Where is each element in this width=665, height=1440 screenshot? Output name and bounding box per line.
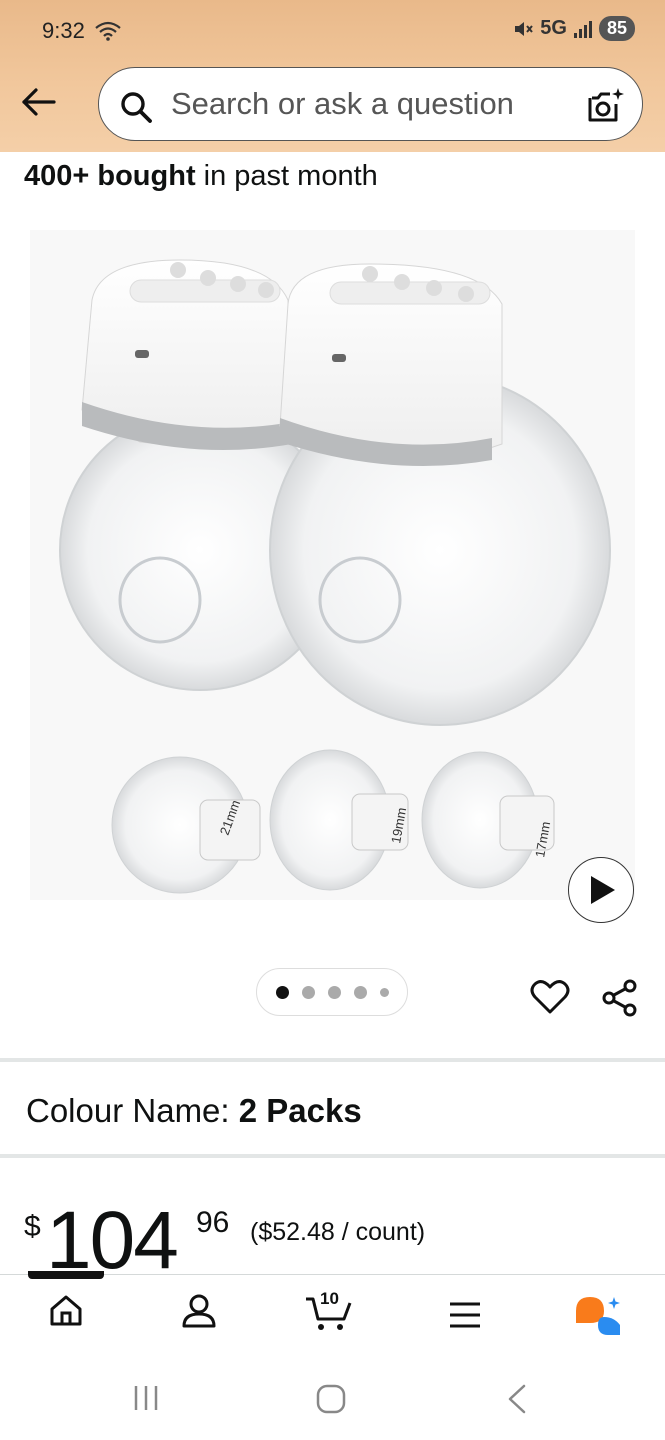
home-icon[interactable] [48, 1293, 84, 1327]
header: 9:32 5G 85 [0, 0, 665, 152]
network-type: 5G [540, 17, 567, 39]
signal-icon [573, 20, 592, 38]
carousel-dot[interactable] [379, 987, 389, 997]
bought-count-suffix: in past month [203, 160, 378, 192]
bought-count-value: 400+ bought [24, 160, 196, 192]
carousel-dot[interactable] [327, 985, 341, 999]
carousel-dot[interactable] [275, 985, 289, 999]
cart-button[interactable]: 10 [304, 1289, 356, 1333]
rufus-icon[interactable] [574, 1295, 624, 1337]
unit-price: ($52.48 / count) [250, 1218, 426, 1246]
bottom-nav: 10 [0, 1271, 665, 1354]
back-nav-icon[interactable] [506, 1384, 528, 1414]
status-time: 9:32 [42, 18, 85, 43]
menu-icon[interactable] [448, 1301, 482, 1329]
nav-active-indicator [28, 1271, 104, 1279]
carousel-dot[interactable] [353, 985, 367, 999]
carousel-dot[interactable] [301, 985, 315, 999]
system-nav-bar [0, 1354, 665, 1440]
search-icon [121, 92, 152, 123]
image-carousel-dots[interactable] [256, 968, 408, 1016]
account-icon[interactable] [180, 1293, 218, 1329]
home-button-icon[interactable] [315, 1383, 347, 1415]
pump-unit-right [279, 263, 503, 466]
battery-badge: 85 [598, 16, 635, 41]
product-image[interactable]: 21mm 19mm 17mm [30, 230, 635, 900]
wishlist-heart-icon[interactable] [530, 978, 570, 1016]
back-arrow-icon[interactable] [20, 82, 60, 122]
search-input[interactable] [171, 84, 571, 124]
section-divider [0, 1154, 665, 1158]
status-bar: 9:32 5G 85 [0, 0, 665, 60]
colour-value: 2 Packs [238, 1092, 362, 1129]
price-symbol: $ [24, 1210, 41, 1243]
colour-name[interactable]: Colour Name: 2 Packs [26, 1092, 362, 1130]
pump-unit-left [81, 259, 293, 450]
share-icon[interactable] [600, 978, 640, 1018]
colour-label: Colour Name: [26, 1092, 230, 1129]
recent-apps-icon[interactable] [132, 1384, 160, 1412]
play-icon [591, 876, 615, 904]
cart-icon [306, 1297, 352, 1330]
bought-count: 400+ bought in past month [24, 160, 378, 193]
wifi-icon [95, 21, 121, 41]
play-video-button[interactable] [568, 857, 634, 923]
section-divider [0, 1058, 665, 1062]
price-fraction: 96 [196, 1206, 230, 1239]
status-right: 5G 85 [512, 16, 635, 41]
camera-icon[interactable] [586, 86, 626, 126]
search-bar[interactable] [98, 67, 643, 141]
mute-icon [515, 21, 534, 36]
